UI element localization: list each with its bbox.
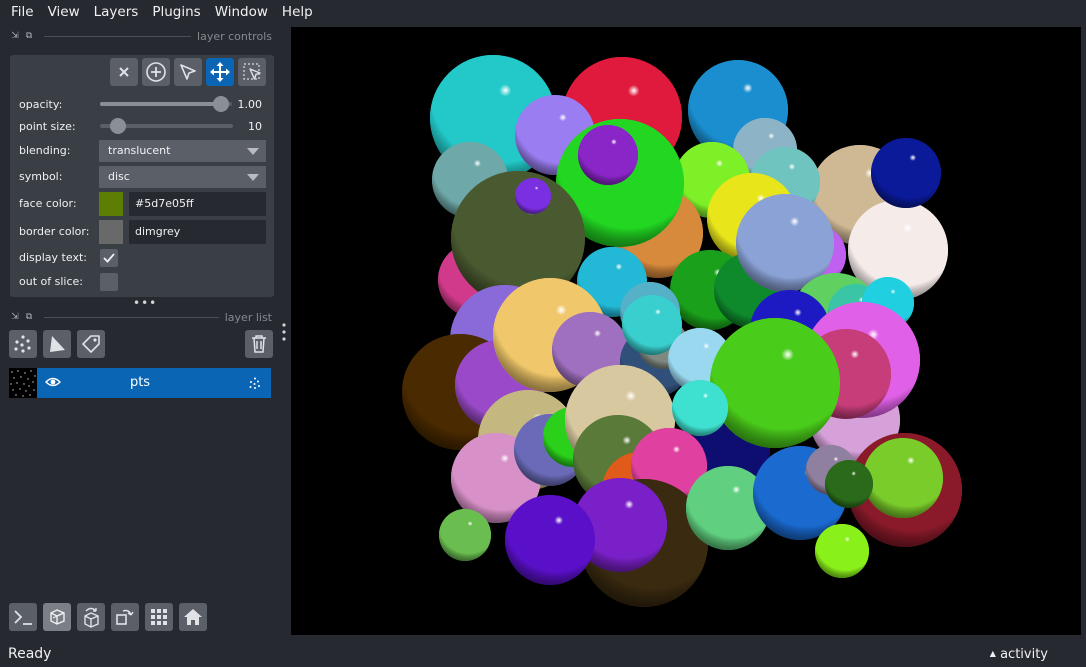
header-divider <box>44 35 192 37</box>
roll-cube-icon <box>84 607 99 628</box>
float-panel-icon[interactable]: ⇲ <box>10 312 20 322</box>
move-arrows-icon <box>210 62 230 82</box>
border-color-field[interactable]: dimgrey <box>129 220 266 244</box>
opacity-slider-fill <box>100 102 222 106</box>
shapes-icon <box>50 336 65 352</box>
point-sphere <box>439 509 491 561</box>
dropdown-arrow-icon <box>247 174 259 181</box>
layer-controls-header: ⇲ ⧉ layer controls <box>10 29 272 43</box>
grid-icon <box>151 609 167 625</box>
close-icon <box>119 67 129 77</box>
border-color-swatch[interactable] <box>99 220 123 244</box>
sidebar-menu-handle[interactable] <box>281 322 287 342</box>
status-bar: Ready ▲ activity <box>0 641 1086 667</box>
layer-list-title: layer list <box>224 310 272 324</box>
new-points-layer-button[interactable] <box>9 330 37 358</box>
out-of-slice-label: out of slice: <box>19 275 83 288</box>
activity-button[interactable]: ▲ activity <box>990 647 1048 662</box>
cube-icon <box>50 609 65 625</box>
display-text-label: display text: <box>19 251 87 264</box>
add-points-button[interactable] <box>142 58 170 86</box>
add-circle-icon <box>146 62 166 82</box>
trash-icon <box>252 335 266 353</box>
ndisplay-toggle-button[interactable] <box>43 603 71 631</box>
close-panel-icon[interactable]: ⧉ <box>24 31 34 41</box>
face-color-label: face color: <box>19 197 77 210</box>
blending-label: blending: <box>19 144 71 157</box>
point-size-slider-handle[interactable] <box>110 118 126 134</box>
pointer-icon <box>180 64 196 80</box>
layer-list-header: ⇲ ⧉ layer list <box>10 310 272 324</box>
blending-value: translucent <box>108 144 171 157</box>
points-icon <box>14 335 31 353</box>
menu-layers[interactable]: Layers <box>87 4 146 20</box>
delete-layer-button[interactable] <box>245 330 273 358</box>
panel-splitter-handle[interactable]: ••• <box>133 297 157 309</box>
transpose-icon <box>116 609 134 625</box>
caret-up-icon: ▲ <box>989 648 996 658</box>
point-size-value: 10 <box>248 120 262 133</box>
opacity-value: 1.00 <box>237 98 263 111</box>
display-text-checkbox[interactable] <box>100 249 118 267</box>
transpose-dims-button[interactable] <box>111 603 139 631</box>
layer-name[interactable]: pts <box>37 375 243 390</box>
point-size-label: point size: <box>19 120 76 133</box>
menu-plugins[interactable]: Plugins <box>145 4 207 20</box>
out-of-slice-checkbox[interactable] <box>100 273 118 291</box>
point-sphere <box>515 178 551 214</box>
points-scene <box>402 55 962 607</box>
symbol-label: symbol: <box>19 170 63 183</box>
activity-label: activity <box>1000 646 1048 662</box>
face-color-swatch[interactable] <box>99 192 123 216</box>
border-color-label: border color: <box>19 225 90 238</box>
header-divider <box>44 316 219 318</box>
checkmark-icon <box>103 253 115 263</box>
dropdown-arrow-icon <box>247 148 259 155</box>
point-sphere <box>815 524 869 578</box>
pan-zoom-button[interactable] <box>206 58 234 86</box>
layer-controls-title: layer controls <box>197 29 272 43</box>
menu-file[interactable]: File <box>4 4 41 20</box>
menu-window[interactable]: Window <box>208 4 275 20</box>
layer-type-points-icon <box>249 377 261 393</box>
menu-help[interactable]: Help <box>275 4 320 20</box>
roll-dims-button[interactable] <box>77 603 105 631</box>
point-sphere <box>825 460 873 508</box>
transform-button[interactable] <box>238 58 266 86</box>
layer-thumbnail <box>9 368 37 398</box>
face-color-field[interactable]: #5d7e05ff <box>129 192 266 216</box>
home-button[interactable] <box>179 603 207 631</box>
status-text: Ready <box>8 646 52 662</box>
float-panel-icon[interactable]: ⇲ <box>10 31 20 41</box>
new-shapes-layer-button[interactable] <box>43 330 71 358</box>
point-sphere <box>505 495 595 585</box>
delete-selected-button[interactable] <box>110 58 138 86</box>
point-sphere <box>710 318 840 448</box>
point-sphere <box>578 125 638 185</box>
select-points-button[interactable] <box>174 58 202 86</box>
point-sphere <box>672 380 728 436</box>
select-box-icon <box>243 63 261 80</box>
layer-row-pts[interactable]: pts <box>9 368 271 398</box>
blending-dropdown[interactable]: translucent <box>99 140 266 162</box>
close-panel-icon[interactable]: ⧉ <box>24 312 34 322</box>
console-icon <box>14 610 32 625</box>
layer-controls-panel: opacity: 1.00 point size: 10 blending: t… <box>10 55 274 297</box>
home-icon <box>184 609 202 625</box>
menu-bar: File View Layers Plugins Window Help <box>0 0 1086 24</box>
console-button[interactable] <box>9 603 37 631</box>
tag-icon <box>82 335 100 353</box>
symbol-dropdown[interactable]: disc <box>99 166 266 188</box>
grid-mode-button[interactable] <box>145 603 173 631</box>
symbol-value: disc <box>108 170 130 183</box>
menu-view[interactable]: View <box>41 4 87 20</box>
point-sphere <box>871 138 941 208</box>
new-labels-layer-button[interactable] <box>77 330 105 358</box>
point-sphere <box>863 438 943 518</box>
viewer-canvas[interactable] <box>291 27 1081 635</box>
opacity-label: opacity: <box>19 98 63 111</box>
